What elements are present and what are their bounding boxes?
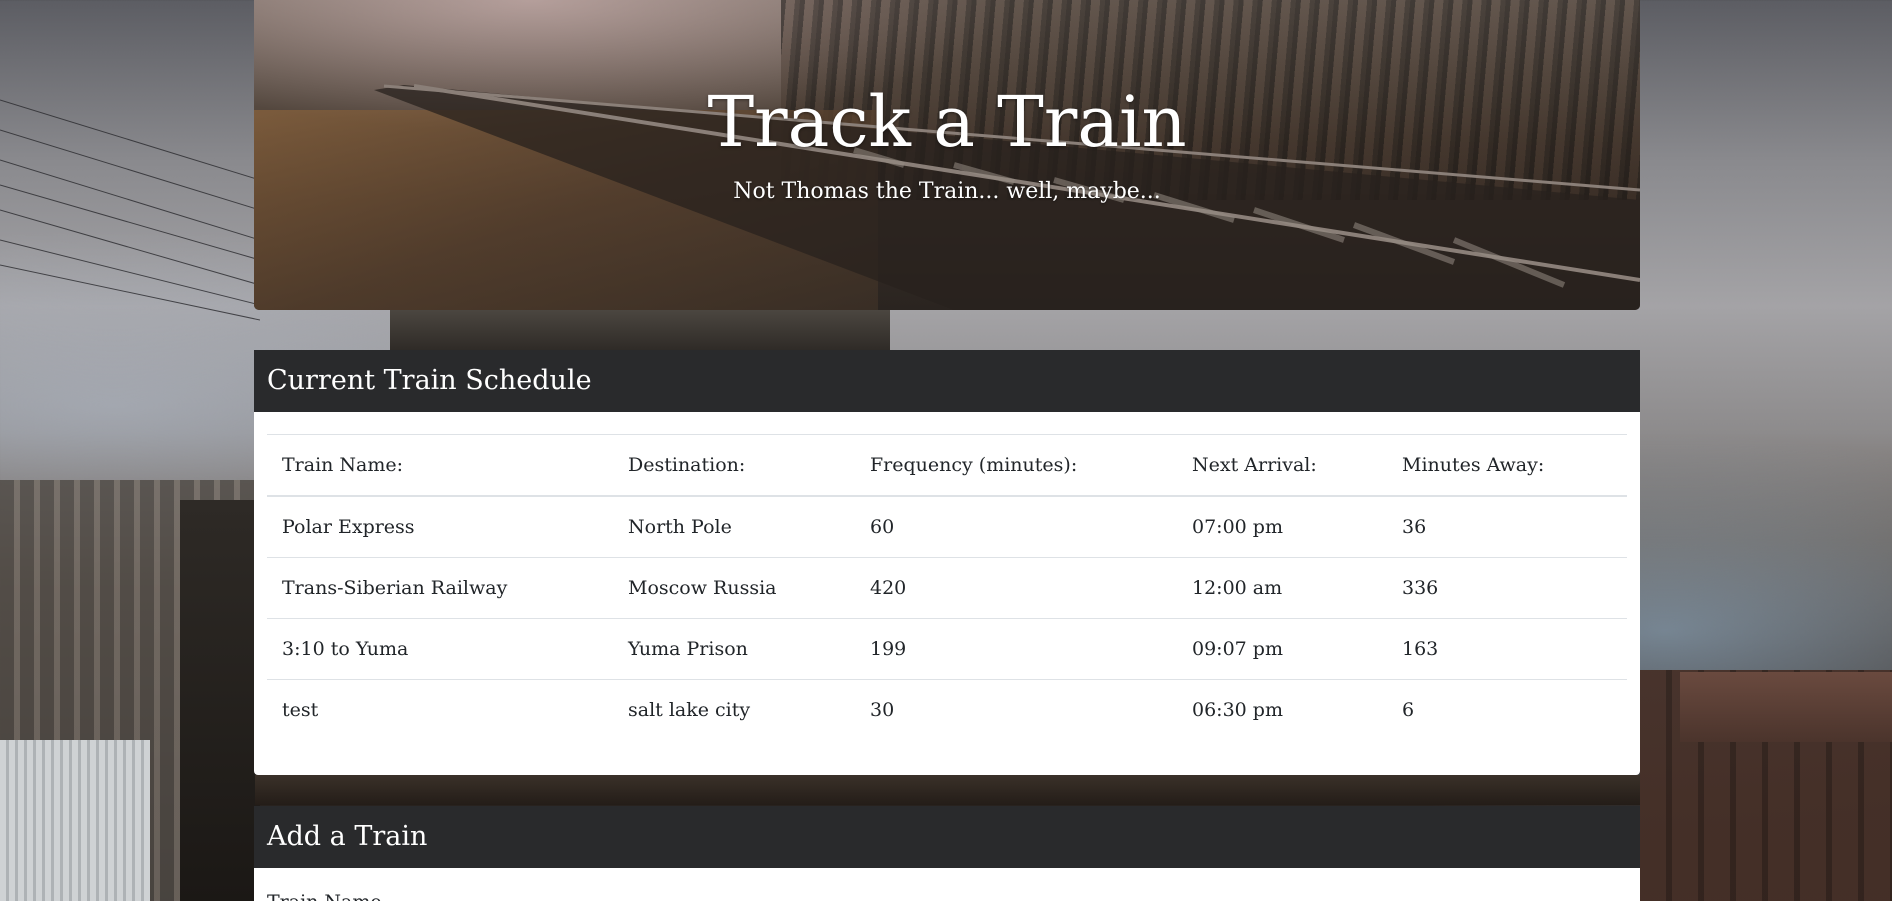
table-row: Polar Express North Pole 60 07:00 pm 36 — [267, 495, 1627, 558]
destination-cell: Yuma Prison — [613, 618, 855, 680]
add-train-card-header: Add a Train — [254, 806, 1640, 868]
table-header-row: Train Name: Destination: Frequency (minu… — [267, 434, 1627, 497]
page-title: Track a Train — [707, 81, 1187, 163]
destination-cell: salt lake city — [613, 679, 855, 740]
background-freight-cars — [1640, 670, 1892, 901]
destination-cell: Moscow Russia — [613, 557, 855, 619]
next-arrival-cell: 12:00 am — [1177, 557, 1387, 619]
column-header-train-name: Train Name: — [267, 434, 613, 497]
frequency-cell: 199 — [855, 618, 1177, 680]
frequency-cell: 420 — [855, 557, 1177, 619]
table-row: Trans-Siberian Railway Moscow Russia 420… — [267, 557, 1627, 619]
schedule-card-header: Current Train Schedule — [254, 350, 1640, 412]
background-train-undercarriage — [255, 775, 1640, 805]
train-schedule-table: Train Name: Destination: Frequency (minu… — [267, 434, 1627, 740]
add-train-card: Add a Train Train Name — [254, 806, 1640, 901]
train-name-cell: 3:10 to Yuma — [267, 618, 613, 680]
background-locomotive — [180, 500, 260, 901]
page-subtitle: Not Thomas the Train... well, maybe... — [733, 179, 1161, 204]
minutes-away-cell: 163 — [1387, 618, 1627, 680]
background-factory — [0, 480, 255, 901]
train-name-field-label: Train Name — [267, 891, 382, 901]
minutes-away-cell: 36 — [1387, 495, 1627, 558]
background-building — [0, 740, 150, 901]
minutes-away-cell: 336 — [1387, 557, 1627, 619]
train-schedule-card: Current Train Schedule Train Name: Desti… — [254, 350, 1640, 775]
train-name-cell: Polar Express — [267, 495, 613, 558]
next-arrival-cell: 09:07 pm — [1177, 618, 1387, 680]
train-name-cell: test — [267, 679, 613, 740]
frequency-cell: 30 — [855, 679, 1177, 740]
column-header-minutes-away: Minutes Away: — [1387, 434, 1627, 497]
hero-banner: Track a Train Not Thomas the Train... we… — [254, 0, 1640, 310]
train-name-cell: Trans-Siberian Railway — [267, 557, 613, 619]
column-header-frequency: Frequency (minutes): — [855, 434, 1177, 497]
column-header-next-arrival: Next Arrival: — [1177, 434, 1387, 497]
next-arrival-cell: 07:00 pm — [1177, 495, 1387, 558]
minutes-away-cell: 6 — [1387, 679, 1627, 740]
next-arrival-cell: 06:30 pm — [1177, 679, 1387, 740]
table-row: 3:10 to Yuma Yuma Prison 199 09:07 pm 16… — [267, 618, 1627, 680]
background-freight-car-top — [1680, 672, 1892, 742]
power-lines-decoration — [0, 99, 260, 321]
frequency-cell: 60 — [855, 495, 1177, 558]
page-container: Track a Train Not Thomas the Train... we… — [254, 0, 1640, 901]
column-header-destination: Destination: — [613, 434, 855, 497]
background-train-roof — [390, 310, 890, 350]
destination-cell: North Pole — [613, 495, 855, 558]
table-row: test salt lake city 30 06:30 pm 6 — [267, 679, 1627, 740]
